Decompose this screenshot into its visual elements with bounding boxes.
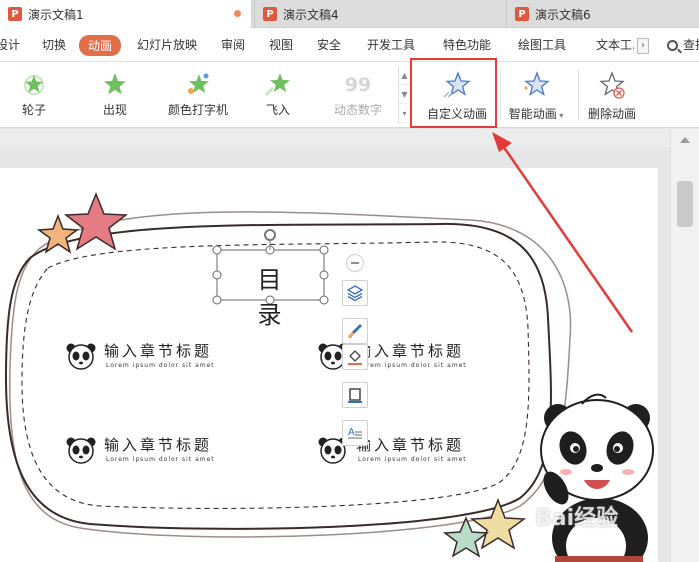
menu-review[interactable]: 审阅	[221, 36, 245, 53]
chapter-heading: 输入章节标题	[104, 436, 213, 454]
chapter-entry[interactable]: 输入章节标题 Lorem ipsum dolor sit amet	[66, 434, 246, 468]
effect-label: 颜色打字机	[167, 103, 228, 117]
format-painter-button[interactable]	[342, 318, 368, 344]
appear-star-icon	[104, 73, 126, 95]
effect-appear[interactable]: 出现	[75, 65, 155, 125]
fill-bucket-icon	[348, 350, 362, 365]
dynamic-number-glyph: 99	[345, 74, 371, 96]
panda-head-icon	[66, 437, 96, 464]
effect-label: 出现	[102, 103, 127, 117]
menu-text-tools[interactable]: 文本工...	[596, 36, 634, 53]
layers-button[interactable]	[342, 280, 368, 306]
panda-head-icon	[66, 343, 96, 370]
chapter-heading: 输入章节标题	[356, 436, 465, 454]
menu-security[interactable]: 安全	[317, 36, 341, 53]
menu-view[interactable]: 视图	[269, 36, 293, 53]
slide-title-text[interactable]: 目录	[217, 260, 328, 330]
ribbon-divider	[578, 70, 579, 120]
animation-effect-gallery: 轮子 出现 颜色打字机 飞入 99 动态数字	[0, 65, 400, 125]
tab-document-1[interactable]: P 演示文稿1	[0, 0, 252, 28]
search-icon[interactable]	[667, 40, 678, 51]
smart-animation-button[interactable]: 智能动画 ▾	[505, 66, 567, 124]
vertical-scrollbar[interactable]	[670, 129, 699, 562]
dropdown-caret-icon: ▾	[556, 111, 564, 120]
title-placeholder[interactable]: 目录	[212, 229, 329, 329]
text-format-icon: A	[348, 427, 362, 439]
effect-fly-in[interactable]: 飞入	[238, 65, 318, 125]
menu-scroll-right-button[interactable]: ›	[637, 38, 649, 54]
collapse-toolbar-button[interactable]	[346, 254, 364, 272]
border-icon	[348, 388, 362, 403]
chapter-heading: 输入章节标题	[104, 342, 213, 360]
smart-animation-label: 智能动画 ▾	[505, 105, 567, 122]
delete-animation-star-icon	[599, 71, 625, 99]
gallery-up-icon[interactable]: ▲	[399, 66, 410, 85]
search-label[interactable]: 查找	[683, 36, 699, 53]
delete-animation-button[interactable]: 删除动画	[584, 66, 640, 124]
delete-animation-label: 删除动画	[587, 107, 636, 121]
effect-label: 轮子	[21, 103, 46, 117]
menu-design[interactable]: 设计	[0, 36, 20, 53]
tab-label: 演示文稿4	[283, 7, 339, 22]
slide-canvas[interactable]: 目录 输入章节标题 Lorem ipsum dolor sit amet 输入章…	[0, 168, 658, 562]
presentation-file-icon: P	[263, 7, 277, 21]
gallery-down-icon[interactable]: ▼	[399, 85, 410, 104]
dynamic-number-icon: 99	[345, 74, 371, 96]
fly-in-star-icon	[264, 73, 290, 97]
wps-presentation-window: P 演示文稿1 P 演示文稿4 P 演示文稿6 设计 切换 动画 幻灯片放映 审…	[0, 0, 699, 562]
scroll-up-icon[interactable]	[680, 137, 690, 143]
chapter-subtitle: Lorem ipsum dolor sit amet	[358, 456, 467, 463]
smart-animation-star-icon	[524, 71, 550, 96]
layers-icon	[346, 285, 364, 302]
tab-label: 演示文稿6	[535, 7, 591, 22]
chapter-subtitle: Lorem ipsum dolor sit amet	[106, 456, 215, 463]
effect-wheel[interactable]: 轮子	[0, 65, 74, 125]
chapter-subtitle: Lorem ipsum dolor sit amet	[358, 362, 467, 369]
smart-animation-text: 智能动画	[508, 107, 557, 121]
ribbon-menu-bar: 设计 切换 动画 幻灯片放映 审阅 视图 安全 开发工具 特色功能 绘图工具 文…	[0, 28, 699, 62]
menu-drawing-tools[interactable]: 绘图工具	[518, 36, 566, 53]
panda-illustration	[540, 393, 654, 562]
paint-brush-icon	[348, 324, 362, 338]
gallery-scroller[interactable]: ▲ ▼ ▾	[398, 66, 410, 124]
chapter-heading: 输入章节标题	[356, 342, 465, 360]
ribbon-divider	[500, 70, 501, 120]
workspace-top-margin	[0, 129, 670, 147]
wheel-star-icon	[24, 75, 44, 95]
presentation-file-icon: P	[8, 7, 22, 21]
menu-animation[interactable]: 动画	[79, 35, 122, 56]
tab-document-6[interactable]: P 演示文稿6	[506, 0, 699, 28]
menu-developer-tools[interactable]: 开发工具	[367, 36, 415, 53]
highlight-box	[410, 58, 497, 128]
menu-special-features[interactable]: 特色功能	[443, 36, 491, 53]
watermark: Bai经验	[535, 506, 619, 531]
menu-slideshow[interactable]: 幻灯片放映	[137, 36, 197, 53]
tab-label: 演示文稿1	[28, 7, 84, 22]
gallery-expand-icon[interactable]: ▾	[399, 104, 410, 123]
scroll-thumb[interactable]	[677, 181, 693, 227]
typewriter-star-icon	[188, 73, 209, 94]
effect-dynamic-number: 99 动态数字	[318, 65, 398, 125]
outline-button[interactable]	[342, 382, 368, 408]
collapse-icon	[351, 262, 359, 264]
unsaved-dot-icon	[234, 10, 241, 17]
tab-document-4[interactable]: P 演示文稿4	[254, 0, 502, 28]
presentation-file-icon: P	[515, 7, 529, 21]
menu-transition[interactable]: 切换	[42, 36, 66, 53]
chapter-subtitle: Lorem ipsum dolor sit amet	[106, 362, 215, 369]
effect-label: 飞入	[265, 103, 290, 117]
chapter-entry[interactable]: 输入章节标题 Lorem ipsum dolor sit amet	[66, 340, 246, 374]
text-format-button[interactable]: A	[342, 420, 368, 446]
effect-label: 动态数字	[333, 103, 382, 117]
document-tab-bar: P 演示文稿1 P 演示文稿4 P 演示文稿6	[0, 0, 699, 28]
svg-text:A: A	[348, 427, 355, 438]
effect-color-typewriter[interactable]: 颜色打字机	[155, 65, 241, 125]
fill-color-button[interactable]	[342, 344, 368, 370]
